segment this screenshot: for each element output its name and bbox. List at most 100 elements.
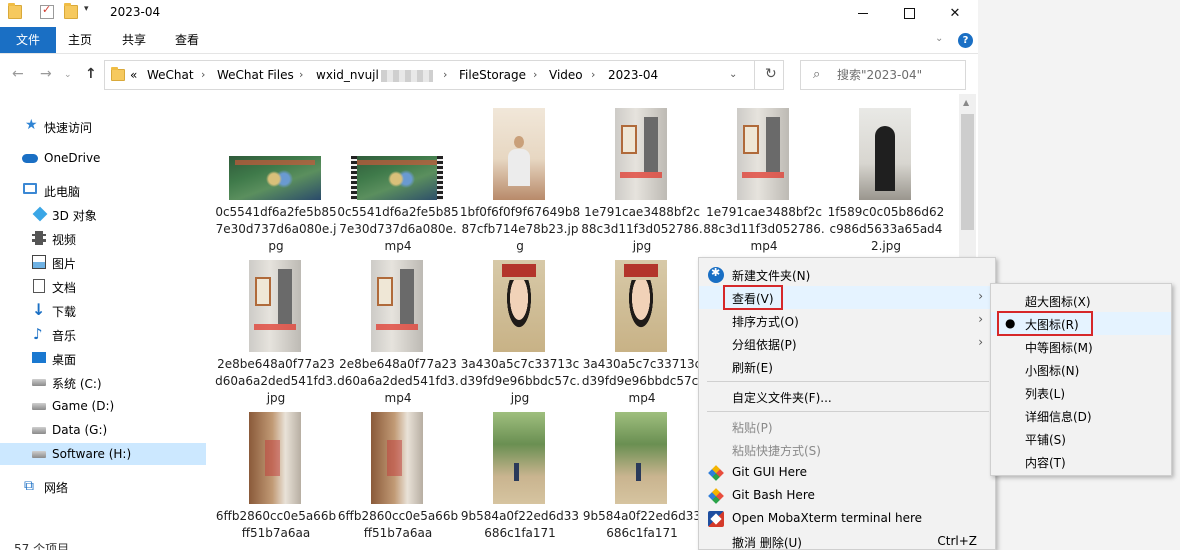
submenu-item-tiles[interactable]: 平铺(S) (991, 427, 1171, 450)
view-submenu: 超大图标(X) ● 大图标(R) 中等图标(M) 小图标(N) 列表(L) 详细… (990, 283, 1172, 476)
submenu-item-details[interactable]: 详细信息(D) (991, 404, 1171, 427)
film-strip (351, 156, 357, 200)
submenu-item-medium-icons[interactable]: 中等图标(M) (991, 335, 1171, 358)
breadcrumb-separator-icon[interactable]: › (299, 68, 303, 81)
sidebar-item-label: 音乐 (52, 329, 77, 343)
menu-item-paste-shortcut[interactable]: 粘贴快捷方式(S) (699, 438, 995, 461)
breadcrumb-separator-icon[interactable]: › (443, 68, 447, 81)
desktop-icon (32, 352, 46, 363)
submenu-item-label: 中等图标(M) (1025, 341, 1093, 355)
sidebar-item-this-pc[interactable]: 此电脑 (0, 179, 206, 201)
breadcrumb-filestorage[interactable]: FileStorage (459, 68, 526, 82)
cube-icon (32, 206, 48, 222)
recent-locations-icon[interactable]: ⌄ (64, 70, 72, 80)
tab-view[interactable]: 查看 (175, 27, 199, 53)
tab-file[interactable]: 文件 (0, 27, 56, 53)
scroll-up-icon[interactable]: ▲ (963, 98, 969, 107)
menu-item-paste[interactable]: 粘贴(P) (699, 415, 995, 438)
close-icon: ✕ (949, 6, 961, 21)
file-thumbnail (493, 412, 545, 504)
menu-item-label: 自定义文件夹(F)... (732, 391, 832, 405)
address-bar[interactable]: « WeChat › WeChat Files › wxid_nvujl › F… (104, 60, 784, 90)
breadcrumb-separator-icon[interactable]: › (533, 68, 537, 81)
folder-icon[interactable] (8, 3, 22, 19)
sidebar-item-label: 文档 (52, 281, 77, 295)
breadcrumb-wechat[interactable]: WeChat (147, 68, 194, 82)
file-thumbnail (249, 412, 301, 504)
scrollbar-thumb[interactable] (961, 114, 974, 230)
menu-item-mobaxterm[interactable]: Open MobaXterm terminal here (699, 507, 995, 530)
forward-arrow-icon[interactable]: → (40, 66, 52, 82)
sidebar-item-videos[interactable]: 视频 (0, 227, 206, 249)
menu-item-group-by[interactable]: 分组依据(P) › (699, 332, 995, 355)
back-arrow-icon[interactable]: ← (12, 66, 24, 82)
file-thumbnail (493, 260, 545, 352)
search-input[interactable] (837, 65, 961, 85)
sidebar-item-onedrive[interactable]: OneDrive (0, 147, 206, 169)
help-icon[interactable]: ? (958, 33, 973, 48)
drive-icon (32, 379, 46, 386)
download-icon: ↓ (32, 300, 46, 319)
sidebar-item-downloads[interactable]: ↓ 下载 (0, 299, 206, 321)
sidebar-item-drive-g[interactable]: Data (G:) (0, 419, 206, 441)
breadcrumb-wechat-files[interactable]: WeChat Files (217, 68, 294, 82)
sidebar-item-pictures[interactable]: 图片 (0, 251, 206, 273)
menu-item-sort-by[interactable]: 排序方式(O) › (699, 309, 995, 332)
sidebar-item-label: Software (H:) (52, 447, 132, 461)
menu-item-customize-folder[interactable]: 自定义文件夹(F)... (699, 385, 995, 408)
sidebar-item-label: 此电脑 (44, 185, 81, 199)
file-thumbnail (351, 156, 443, 200)
sidebar-item-documents[interactable]: 文档 (0, 275, 206, 297)
breadcrumb-2023-04[interactable]: 2023-04 (608, 68, 658, 82)
minimize-button[interactable] (840, 0, 886, 27)
sidebar-item-3d-objects[interactable]: 3D 对象 (0, 203, 206, 225)
sidebar-item-drive-d[interactable]: Game (D:) (0, 395, 206, 417)
menu-item-undo-delete[interactable]: 撤消 删除(U) Ctrl+Z (699, 530, 995, 550)
address-dropdown-icon[interactable]: ⌄ (729, 69, 737, 80)
file-thumbnail (615, 412, 667, 504)
breadcrumb-wxid[interactable]: wxid_nvujl (316, 68, 379, 82)
quick-access-dropdown-icon[interactable]: ▾ (84, 4, 89, 14)
search-box[interactable]: ⌕ (800, 60, 966, 90)
sidebar-item-music[interactable]: ♪ 音乐 (0, 323, 206, 345)
file-thumbnail (493, 108, 545, 200)
menu-item-label: 分组依据(P) (732, 338, 797, 352)
menu-item-label: 粘贴(P) (732, 421, 773, 435)
breadcrumb-video[interactable]: Video (549, 68, 583, 82)
maximize-button[interactable] (886, 0, 932, 27)
file-thumbnail (229, 156, 321, 200)
breadcrumb-separator-icon[interactable]: › (201, 68, 205, 81)
ribbon-expand-icon[interactable]: ⌄ (935, 33, 943, 44)
tab-share[interactable]: 共享 (122, 27, 146, 53)
menu-item-label: Git Bash Here (732, 488, 815, 502)
breadcrumb-overflow[interactable]: « (130, 68, 137, 82)
sidebar-item-quick-access[interactable]: ★ 快速访问 (0, 115, 206, 137)
close-button[interactable]: ✕ (932, 0, 978, 27)
submenu-item-small-icons[interactable]: 小图标(N) (991, 358, 1171, 381)
file-thumbnail (371, 260, 423, 352)
redacted-region (381, 70, 433, 82)
menu-item-refresh[interactable]: 刷新(E) (699, 355, 995, 378)
submenu-item-extra-large-icons[interactable]: 超大图标(X) (991, 289, 1171, 312)
new-folder-quick-icon[interactable] (64, 3, 78, 19)
menu-item-git-gui[interactable]: Git GUI Here (699, 461, 995, 484)
sidebar-item-label: 视频 (52, 233, 77, 247)
breadcrumb-separator-icon[interactable]: › (591, 68, 595, 81)
up-arrow-icon[interactable]: ↑ (85, 66, 97, 82)
thumbnail-overlay (376, 324, 418, 330)
sidebar-item-desktop[interactable]: 桌面 (0, 347, 206, 369)
sidebar-item-drive-h[interactable]: Software (H:) (0, 443, 206, 465)
sidebar-item-network[interactable]: ⧉ 网络 (0, 475, 206, 497)
annotation-highlight-box (997, 311, 1093, 336)
properties-icon[interactable] (40, 3, 54, 19)
refresh-icon[interactable]: ↻ (765, 66, 777, 82)
menu-item-git-bash[interactable]: Git Bash Here (699, 484, 995, 507)
sidebar-item-label: 网络 (44, 481, 69, 495)
menu-item-new-folder[interactable]: 新建文件夹(N) (699, 263, 995, 286)
submenu-item-content[interactable]: 内容(T) (991, 450, 1171, 473)
tab-home[interactable]: 主页 (68, 27, 92, 53)
picture-icon (32, 255, 46, 269)
submenu-item-list[interactable]: 列表(L) (991, 381, 1171, 404)
file-name: 2e8be648a0f77a23d60a6a2ded541fd3.jpg (215, 357, 337, 405)
sidebar-item-drive-c[interactable]: 系统 (C:) (0, 371, 206, 393)
